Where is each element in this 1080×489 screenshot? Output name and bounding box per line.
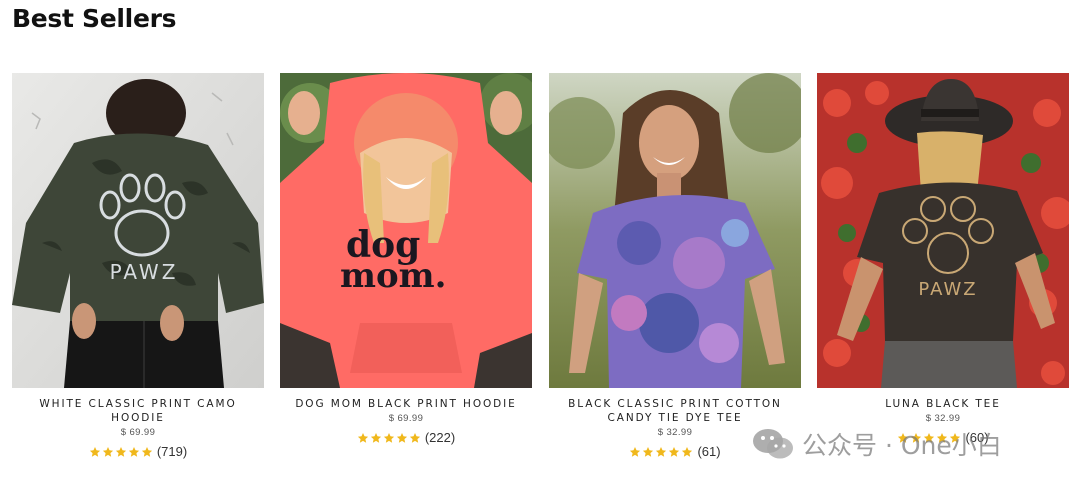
star-icon	[396, 432, 408, 444]
product-image-luna-black-tee[interactable]: PAWZ	[817, 73, 1069, 388]
product-name[interactable]: BLACK CLASSIC PRINT COTTON CANDY TIE DYE…	[549, 397, 801, 425]
star-rating	[89, 446, 153, 458]
star-icon	[89, 446, 101, 458]
review-count[interactable]: (222)	[425, 430, 455, 445]
star-icon	[128, 446, 140, 458]
product-card[interactable]: BLACK CLASSIC PRINT COTTON CANDY TIE DYE…	[549, 73, 801, 459]
section-title: Best Sellers	[12, 4, 177, 33]
star-rating	[629, 446, 693, 458]
star-icon	[409, 432, 421, 444]
product-rating: (222)	[280, 430, 532, 445]
product-image-dog-mom-hoodie[interactable]: dog mom.	[280, 73, 532, 388]
svg-text:PAWZ: PAWZ	[110, 260, 179, 284]
star-icon	[668, 446, 680, 458]
product-name[interactable]: DOG MOM BLACK PRINT HOODIE	[280, 397, 532, 411]
product-card[interactable]: dog mom. DOG MOM BLACK PRINT HOODIE $ 69…	[280, 73, 532, 445]
watermark: 公众号 · One小白	[752, 424, 1002, 464]
product-name[interactable]: WHITE CLASSIC PRINT CAMO HOODIE	[12, 397, 264, 425]
star-rating	[357, 432, 421, 444]
star-icon	[642, 446, 654, 458]
review-count[interactable]: (61)	[697, 444, 720, 459]
product-price: $ 69.99	[388, 413, 424, 424]
star-icon	[370, 432, 382, 444]
star-icon	[629, 446, 641, 458]
product-price: $ 32.99	[925, 413, 961, 424]
star-icon	[681, 446, 693, 458]
review-count[interactable]: (719)	[157, 444, 187, 459]
svg-text:PAWZ: PAWZ	[918, 279, 977, 300]
star-icon	[102, 446, 114, 458]
star-icon	[357, 432, 369, 444]
star-icon	[115, 446, 127, 458]
product-image-camo-hoodie[interactable]: PAWZ	[12, 73, 264, 388]
star-icon	[383, 432, 395, 444]
product-name[interactable]: LUNA BLACK TEE	[817, 397, 1069, 411]
product-image-tie-dye-tee[interactable]	[549, 73, 801, 388]
star-icon	[655, 446, 667, 458]
svg-text:mom.: mom.	[340, 256, 446, 296]
product-card[interactable]: PAWZ LUNA BLACK TEE $ 32.99 (60)	[817, 73, 1069, 445]
product-price: $ 69.99	[120, 427, 156, 438]
star-icon	[141, 446, 153, 458]
product-grid: PAWZ WHITE CLASSIC PRINT CAMO HOODIE $ 6…	[12, 73, 1072, 473]
product-card[interactable]: PAWZ WHITE CLASSIC PRINT CAMO HOODIE $ 6…	[12, 73, 264, 459]
product-rating: (719)	[12, 444, 264, 459]
watermark-text: 公众号 · One小白	[802, 431, 1002, 460]
wechat-icon	[752, 426, 794, 462]
